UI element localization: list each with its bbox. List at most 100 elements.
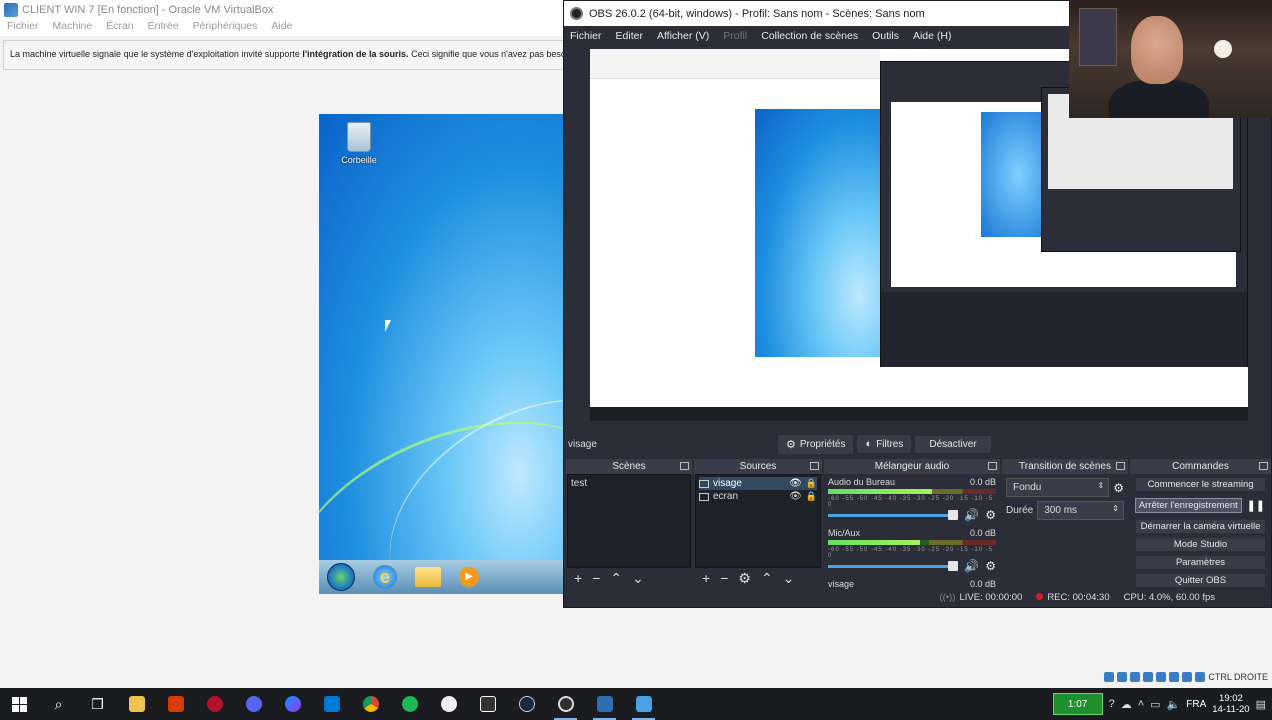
obs-menu-editer[interactable]: Editer <box>616 30 643 42</box>
undock-icon[interactable] <box>1259 462 1268 470</box>
red-app-button[interactable] <box>195 688 234 720</box>
start-streaming-button[interactable]: Commencer le streaming <box>1135 477 1266 492</box>
obs-menu-afficher[interactable]: Afficher (V) <box>657 30 709 42</box>
eye-icon[interactable]: 👁 <box>789 478 802 489</box>
volume-slider[interactable] <box>828 509 959 520</box>
vbox-menu-peripheriques[interactable]: Périphériques <box>193 20 258 36</box>
cloud-icon[interactable]: ☁ <box>1121 698 1132 711</box>
vbox-vm-button[interactable] <box>624 688 663 720</box>
gear-icon[interactable]: ⚙ <box>985 508 996 522</box>
messenger-button[interactable] <box>273 688 312 720</box>
mail-button[interactable] <box>312 688 351 720</box>
windows-start-button[interactable] <box>0 688 39 720</box>
filter-icon: ◐ <box>865 438 873 450</box>
win7-start-button[interactable] <box>327 563 355 591</box>
chrome-button[interactable] <box>351 688 390 720</box>
explorer-folder-icon[interactable] <box>415 567 441 587</box>
vbox-menu-machine[interactable]: Machine <box>53 20 93 36</box>
vbox-menu-ecran[interactable]: Écran <box>106 20 133 36</box>
obs-menu-aide[interactable]: Aide (H) <box>913 30 952 42</box>
undock-icon[interactable] <box>680 462 689 470</box>
speaker-icon[interactable]: 🔊 <box>964 559 979 573</box>
source-item[interactable]: visage 👁 🔒 <box>699 477 817 490</box>
shared-folder-icon[interactable] <box>1169 672 1180 682</box>
move-down-icon[interactable]: ⌄ <box>632 570 644 587</box>
vbox-menu-aide[interactable]: Aide <box>271 20 292 36</box>
virtualbox-button[interactable] <box>585 688 624 720</box>
lock-icon[interactable]: 🔒 <box>806 478 817 489</box>
studio-mode-button[interactable]: Mode Studio <box>1135 537 1266 552</box>
obs-menu-collection-scenes[interactable]: Collection de scènes <box>761 30 858 42</box>
vbox-menu-fichier[interactable]: Fichier <box>7 20 39 36</box>
volume-icon[interactable]: 🔈 <box>1167 698 1181 711</box>
move-up-icon[interactable]: ⌃ <box>610 570 622 587</box>
properties-button[interactable]: ⚙ Propriétés <box>778 434 854 454</box>
undock-icon[interactable] <box>1116 462 1125 470</box>
gear-icon[interactable]: ⚙ <box>985 559 996 573</box>
usb-icon[interactable] <box>1156 672 1167 682</box>
move-up-icon[interactable]: ⌃ <box>761 570 773 587</box>
recycle-bin[interactable]: Corbeille <box>339 122 379 165</box>
exit-button[interactable]: Quitter OBS <box>1135 573 1266 588</box>
filters-button[interactable]: ◐ Filtres <box>857 435 912 453</box>
obs-button[interactable] <box>546 688 585 720</box>
help-icon[interactable]: ? <box>1109 698 1115 710</box>
gear-icon[interactable]: ⚙ <box>738 570 751 587</box>
move-down-icon[interactable]: ⌄ <box>783 570 795 587</box>
task-view-button[interactable]: ❐ <box>78 688 117 720</box>
gear-icon[interactable]: ⚙ <box>1113 481 1124 495</box>
slider-knob[interactable] <box>948 560 959 571</box>
steam-button[interactable] <box>507 688 546 720</box>
network-icon[interactable]: ▭ <box>1150 698 1160 711</box>
epic-games-button[interactable] <box>468 688 507 720</box>
speaker-icon[interactable]: 🔊 <box>964 508 979 522</box>
pause-icon[interactable]: ❚❚ <box>1247 499 1265 512</box>
network-icon[interactable] <box>1143 672 1154 682</box>
scene-item[interactable]: test <box>571 477 687 490</box>
media-player-icon[interactable]: ▶ <box>459 567 479 587</box>
lock-icon[interactable]: 🔒 <box>806 491 817 502</box>
cd-icon[interactable] <box>1117 672 1128 682</box>
disable-button[interactable]: Désactiver <box>915 435 991 453</box>
obs-menu-outils[interactable]: Outils <box>872 30 899 42</box>
stop-recording-button[interactable]: Arrêter l'enregistrement <box>1135 498 1242 513</box>
spotify-button[interactable] <box>390 688 429 720</box>
file-explorer-button[interactable] <box>117 688 156 720</box>
slider-knob[interactable] <box>948 509 959 520</box>
vpn-button[interactable] <box>429 688 468 720</box>
discord-button[interactable] <box>234 688 273 720</box>
duration-input[interactable]: 300 ms ⇕ <box>1037 501 1124 520</box>
hdd-icon[interactable] <box>1104 672 1115 682</box>
webcam-lamp <box>1214 40 1232 58</box>
chevron-up-icon[interactable]: ˄ <box>1138 698 1144 710</box>
remove-icon[interactable]: − <box>720 570 728 586</box>
camera-source-icon <box>699 479 709 488</box>
system-tray: 1:07 ? ☁ ˄ ▭ 🔈 FRA 19:02 14-11-20 ▤ <box>1052 688 1272 720</box>
eye-icon[interactable]: 👁 <box>789 491 802 502</box>
mouse-integration-icon[interactable] <box>1195 672 1206 682</box>
add-icon[interactable]: + <box>574 570 582 586</box>
add-icon[interactable]: + <box>702 570 710 586</box>
remove-icon[interactable]: − <box>592 570 600 586</box>
clock[interactable]: 19:02 14-11-20 <box>1212 693 1249 715</box>
office-button[interactable] <box>156 688 195 720</box>
audio-icon[interactable] <box>1130 672 1141 682</box>
source-item[interactable]: ecran 👁 🔒 <box>699 490 817 503</box>
obs-menu-fichier[interactable]: Fichier <box>570 30 602 42</box>
obs-menu-profil[interactable]: Profil <box>723 30 747 42</box>
settings-button[interactable]: Paramètres <box>1135 555 1266 570</box>
undock-icon[interactable] <box>810 462 819 470</box>
notification-icon[interactable]: ▤ <box>1256 698 1266 711</box>
volume-slider[interactable] <box>828 560 959 571</box>
internet-explorer-icon[interactable]: e <box>373 565 397 589</box>
search-button[interactable]: ⌕ <box>39 688 78 720</box>
transition-select[interactable]: Fondu ⇕ <box>1006 478 1110 497</box>
start-virtual-camera-button[interactable]: Démarrer la caméra virtuelle <box>1135 519 1266 534</box>
display-icon[interactable] <box>1182 672 1193 682</box>
battery-widget[interactable]: 1:07 <box>1052 693 1103 715</box>
guest-desktop[interactable]: Corbeille e ▶ <box>319 114 569 594</box>
language-indicator[interactable]: FRA <box>1186 699 1206 710</box>
undock-icon[interactable] <box>988 462 997 470</box>
controls-dock: Commandes Commencer le streaming Arrêter… <box>1130 459 1271 589</box>
vbox-menu-entree[interactable]: Entrée <box>148 20 179 36</box>
